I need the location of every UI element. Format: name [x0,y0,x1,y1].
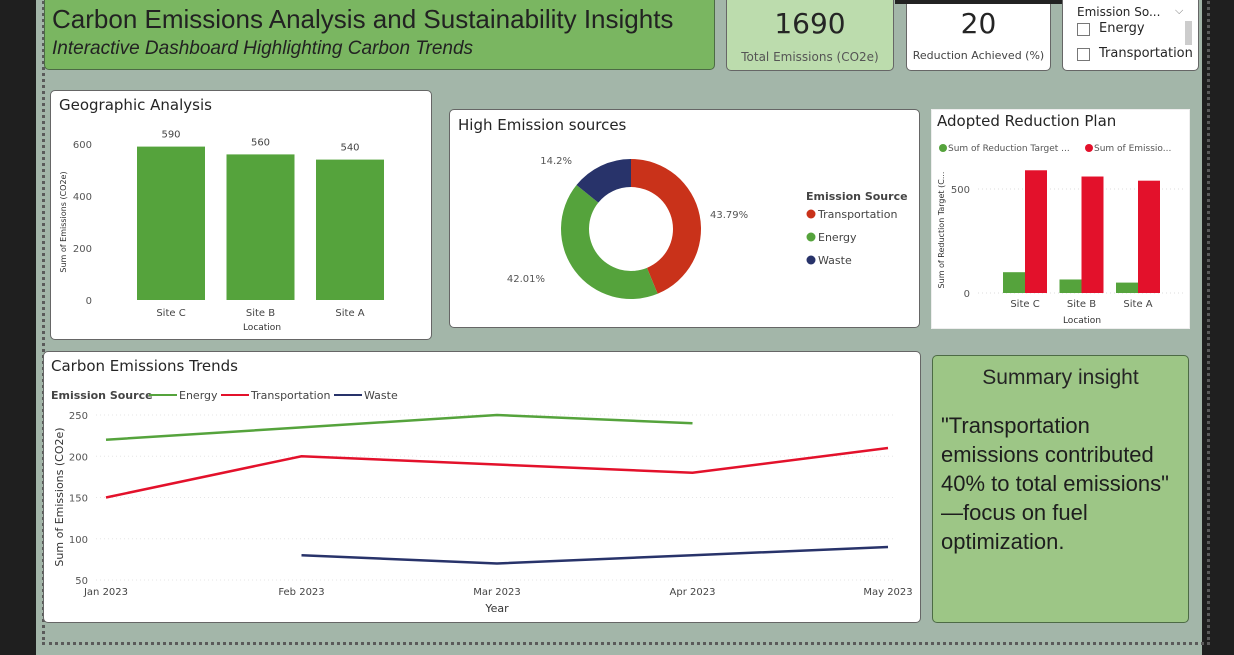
bar [1003,272,1025,293]
x-axis-title: Year [484,602,509,615]
bar [226,154,295,300]
series-line [105,446,889,499]
bar [1025,170,1047,293]
legend-label: Waste [364,389,398,402]
legend-marker [806,209,816,219]
y-axis-title: Sum of Reduction Target (C... [937,172,946,289]
bar [1116,282,1138,293]
charts-layer: 0 200 400 600 590 Site C 560 Site B 540 Site A Loc… [51,130,1185,615]
y-axis-title: Sum of Emissions (CO2e) [53,427,66,566]
legend-marker [806,255,816,265]
legend-label: Energy [818,231,857,244]
y-tick-label: 500 [951,185,970,196]
bar [1081,176,1104,293]
y-tick-label: 600 [73,140,92,151]
legend-title: Emission Source [806,190,908,203]
legend-label: Transportation [817,208,897,221]
x-axis-title: Location [243,323,281,333]
x-tick-label: Site A [335,308,364,319]
series-line [301,545,889,565]
bar [1138,180,1160,293]
y-tick-label: 100 [69,535,88,546]
y-tick-label: 250 [69,411,88,422]
y-tick-label: 200 [69,452,88,463]
x-tick-label: Apr 2023 [670,587,716,598]
legend-label: Transportation [250,389,330,402]
legend-marker [939,144,947,152]
y-tick-label: 400 [73,192,92,203]
legend-label: Sum of Emissio... [1094,144,1171,154]
bar [137,146,205,300]
legend-marker [1085,144,1093,152]
data-label: 14.2% [540,156,572,167]
x-tick-label: May 2023 [863,587,912,598]
donut-slice [561,185,658,299]
y-tick-label: 50 [75,576,88,587]
x-axis-title: Location [1063,316,1101,326]
y-tick-label: 150 [69,494,88,505]
x-tick-label: Feb 2023 [278,587,324,598]
x-tick-label: Site A [1123,299,1152,310]
data-label: 540 [340,143,359,154]
x-tick-label: Site C [156,308,185,319]
legend-label: Waste [818,254,852,267]
x-tick-label: Jan 2023 [83,587,128,598]
data-label: 590 [161,130,180,141]
legend-label: Energy [179,389,218,402]
y-tick-label: 200 [73,244,92,255]
x-tick-label: Mar 2023 [473,587,521,598]
x-tick-label: Site B [246,308,275,319]
legend-marker [806,232,816,242]
legend-label: Sum of Reduction Target ... [948,144,1070,154]
data-label: 43.79% [710,210,748,221]
data-label: 42.01% [507,274,545,285]
x-tick-label: Site B [1067,299,1096,310]
bar [1059,279,1082,293]
y-tick-label: 0 [964,289,970,300]
data-label: 560 [251,137,270,148]
legend-title: Emission Source [51,389,153,402]
y-axis-title: Sum of Emissions (CO2e) [59,171,68,272]
y-tick-label: 0 [86,296,92,307]
bar [316,159,384,300]
x-tick-label: Site C [1010,299,1039,310]
series-line [105,413,693,441]
